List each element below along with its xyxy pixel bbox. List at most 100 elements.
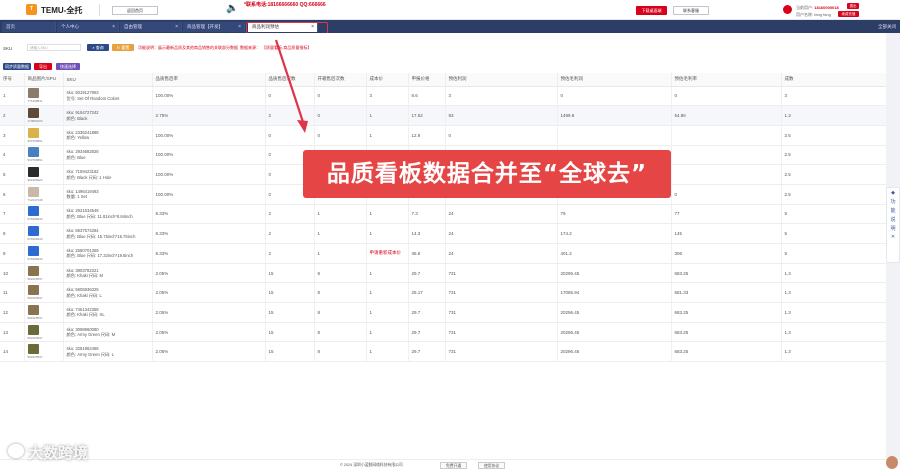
table-cell: 2.05% bbox=[152, 263, 266, 284]
agreement-button[interactable]: 使用协议 bbox=[478, 462, 506, 469]
free-open-button[interactable]: 免费开通 bbox=[440, 462, 468, 469]
table-row[interactable]: 11 582425537 sku: 5605936325 颜色: Khaki 尺码: … bbox=[0, 282, 886, 304]
spu-id: 170896203 bbox=[27, 119, 43, 124]
table-cell: 961958422 bbox=[24, 164, 64, 185]
logout-button[interactable]: 退出 bbox=[847, 3, 859, 9]
user-avatar-icon[interactable] bbox=[783, 5, 792, 14]
table-cell: 8 bbox=[314, 282, 367, 304]
table-row[interactable]: 14 582425537 sku: 3281962466 颜色: Army Green… bbox=[0, 341, 886, 363]
product-thumbnail[interactable] bbox=[27, 88, 39, 99]
close-icon[interactable]: ✕ bbox=[887, 234, 899, 240]
table-cell: 20296.45 bbox=[557, 341, 672, 363]
table-row[interactable]: 3 503796891 sku: 2335241888 颜色: Yellow 100.0… bbox=[0, 125, 886, 146]
table-cell: 8 bbox=[314, 302, 367, 323]
product-thumbnail[interactable] bbox=[27, 206, 39, 217]
sku-attributes: 颜色: Blue 尺码: 11.81inch*9.84inch bbox=[66, 213, 133, 219]
tab-home[interactable]: 首页 bbox=[2, 22, 56, 32]
table-cell: 93 bbox=[445, 105, 558, 126]
download-button[interactable]: 下载桌面端 bbox=[636, 6, 667, 15]
sku-attributes: 颜色: Blue 尺码: 15.75inch*15.75inch bbox=[66, 233, 136, 239]
product-thumbnail[interactable] bbox=[27, 108, 39, 119]
export-button[interactable]: 导出 bbox=[34, 63, 52, 70]
table-cell: sku: 2335241888 颜色: Yellow bbox=[63, 125, 153, 146]
sku-attributes: 颜色: Army Green 尺码: M bbox=[66, 332, 116, 338]
home-button[interactable]: 返回首页 bbox=[112, 6, 158, 15]
table-cell: 15 bbox=[265, 263, 315, 284]
user-name: 用户名称: fang fang bbox=[796, 12, 831, 17]
close-all-tabs[interactable]: 全部关闭 bbox=[878, 22, 896, 32]
table-cell: sku: 2921534549 颜色: Blue 尺码: 11.81inch*9.… bbox=[63, 204, 153, 225]
product-thumbnail[interactable] bbox=[27, 285, 39, 296]
product-thumbnail[interactable] bbox=[27, 265, 39, 276]
table-row[interactable]: 7 615398442 sku: 2921534549 颜色: Blue 尺码: 11… bbox=[0, 204, 886, 225]
tab-personal-center[interactable]: 个人中心 × bbox=[57, 22, 119, 32]
product-thumbnail[interactable] bbox=[27, 344, 39, 355]
table-cell: 0 bbox=[557, 86, 672, 107]
reset-button[interactable]: ↻ 重置 bbox=[112, 44, 134, 51]
table-cell: 29.7 bbox=[408, 263, 446, 284]
table-cell: sku: 9154727242 颜色: Black bbox=[63, 105, 153, 126]
table-cell: 54.86 bbox=[671, 105, 782, 126]
table-cell: 2 bbox=[265, 204, 315, 225]
table-row[interactable]: 8 615398443 sku: 6637574284 颜色: Blue 尺码: 15… bbox=[0, 223, 886, 244]
close-icon[interactable]: × bbox=[175, 22, 178, 32]
column-header: 成本价 bbox=[366, 73, 409, 87]
recharge-button[interactable]: 续费充值 bbox=[838, 11, 859, 17]
contact-button[interactable]: 联系客服 bbox=[673, 6, 709, 15]
table-cell: 145 bbox=[671, 223, 782, 244]
table-cell: 7.3 bbox=[408, 204, 446, 225]
product-thumbnail[interactable] bbox=[27, 186, 39, 197]
sidebar-char[interactable]: ◆ bbox=[887, 190, 899, 196]
table-cell: 0 bbox=[445, 125, 558, 146]
table-cell: sku: 6019127953 货号: Set Of Random Colors bbox=[63, 86, 153, 107]
product-thumbnail[interactable] bbox=[27, 147, 39, 158]
table-cell: 1.3 bbox=[781, 263, 886, 284]
tab-free-manage[interactable]: 自由管理 × bbox=[120, 22, 182, 32]
table-row[interactable]: 2 170896203 sku: 9154727242 颜色: Black 2.75% 2… bbox=[0, 105, 886, 126]
product-thumbnail[interactable] bbox=[27, 304, 39, 315]
table-cell: 503796891 bbox=[24, 145, 64, 166]
table-cell: 29.7 bbox=[408, 322, 446, 343]
tab-bar: 首页 个人中心 × 自由管理 × 商品管理【开发】 × 商品利润预估 × 全部关闭 bbox=[0, 20, 900, 33]
table-cell: 36.8 bbox=[408, 243, 446, 264]
table-row[interactable]: 1 771468541 sku: 6019127953 货号: Set Of Rand… bbox=[0, 86, 886, 107]
table-cell: 15 bbox=[265, 302, 315, 323]
tab-product-manage[interactable]: 商品管理【开发】 × bbox=[183, 22, 245, 32]
product-thumbnail[interactable] bbox=[27, 245, 39, 256]
speaker-icon: 🔈 bbox=[226, 3, 239, 14]
quick-select-button[interactable]: 快速选择 bbox=[56, 63, 80, 70]
table-cell: 1499.8 bbox=[557, 105, 672, 126]
sku-search-input[interactable]: 请输入SKU bbox=[27, 44, 81, 51]
table-cell: 79 bbox=[557, 204, 672, 225]
table-row[interactable]: 12 582425537 sku: 7451342358 颜色: Khaki 尺码: … bbox=[0, 302, 886, 323]
sidebar-char[interactable]: 说 bbox=[887, 216, 899, 223]
table-cell: 2.05% bbox=[152, 282, 266, 304]
product-thumbnail[interactable] bbox=[27, 226, 39, 237]
table-cell: 2 bbox=[0, 105, 25, 126]
table-row[interactable]: 9 615398442 sku: 2580701359 颜色: Blue 尺码: 17… bbox=[0, 243, 886, 264]
table-cell: 2.5 bbox=[781, 184, 886, 205]
close-icon[interactable]: × bbox=[238, 22, 241, 32]
table-cell: 503796891 bbox=[24, 125, 64, 146]
spu-id: 503796891 bbox=[27, 158, 43, 163]
product-thumbnail[interactable] bbox=[27, 324, 39, 335]
caption-overlay: 品质看板数据合并至“全球去” bbox=[303, 150, 671, 198]
table-cell: 615398443 bbox=[24, 223, 64, 244]
close-icon[interactable]: × bbox=[112, 22, 115, 32]
table-cell: 401.2 bbox=[557, 243, 672, 264]
column-header: 品质售后率 bbox=[152, 73, 266, 87]
search-button[interactable]: ⌕ 查询 bbox=[87, 44, 109, 51]
table-cell: 731 bbox=[445, 302, 558, 323]
product-thumbnail[interactable] bbox=[27, 167, 39, 178]
table-header-row: 序号 商品图片/SPU SKU 品质售后率 品质售后次数 开箱售后次数 成本价 申报价格 预估利… bbox=[0, 73, 886, 87]
feature-sidebar[interactable]: ◆ 功能说明 ✕ bbox=[886, 187, 900, 263]
sidebar-char[interactable]: 明 bbox=[887, 225, 899, 232]
table-cell: sku: 2580701359 颜色: Blue 尺码: 17.32inch*19… bbox=[63, 243, 153, 264]
table-cell: 7 bbox=[0, 204, 25, 225]
table-row[interactable]: 13 582425537 sku: 3098960080 颜色: Army Green… bbox=[0, 322, 886, 343]
sidebar-char[interactable]: 能 bbox=[887, 207, 899, 214]
product-thumbnail[interactable] bbox=[27, 127, 39, 138]
sync-quality-button[interactable]: 同步质量数据 bbox=[3, 63, 31, 70]
sidebar-char[interactable]: 功 bbox=[887, 198, 899, 205]
table-row[interactable]: 10 582425537 sku: 3903782321 颜色: Khaki 尺码: … bbox=[0, 263, 886, 284]
